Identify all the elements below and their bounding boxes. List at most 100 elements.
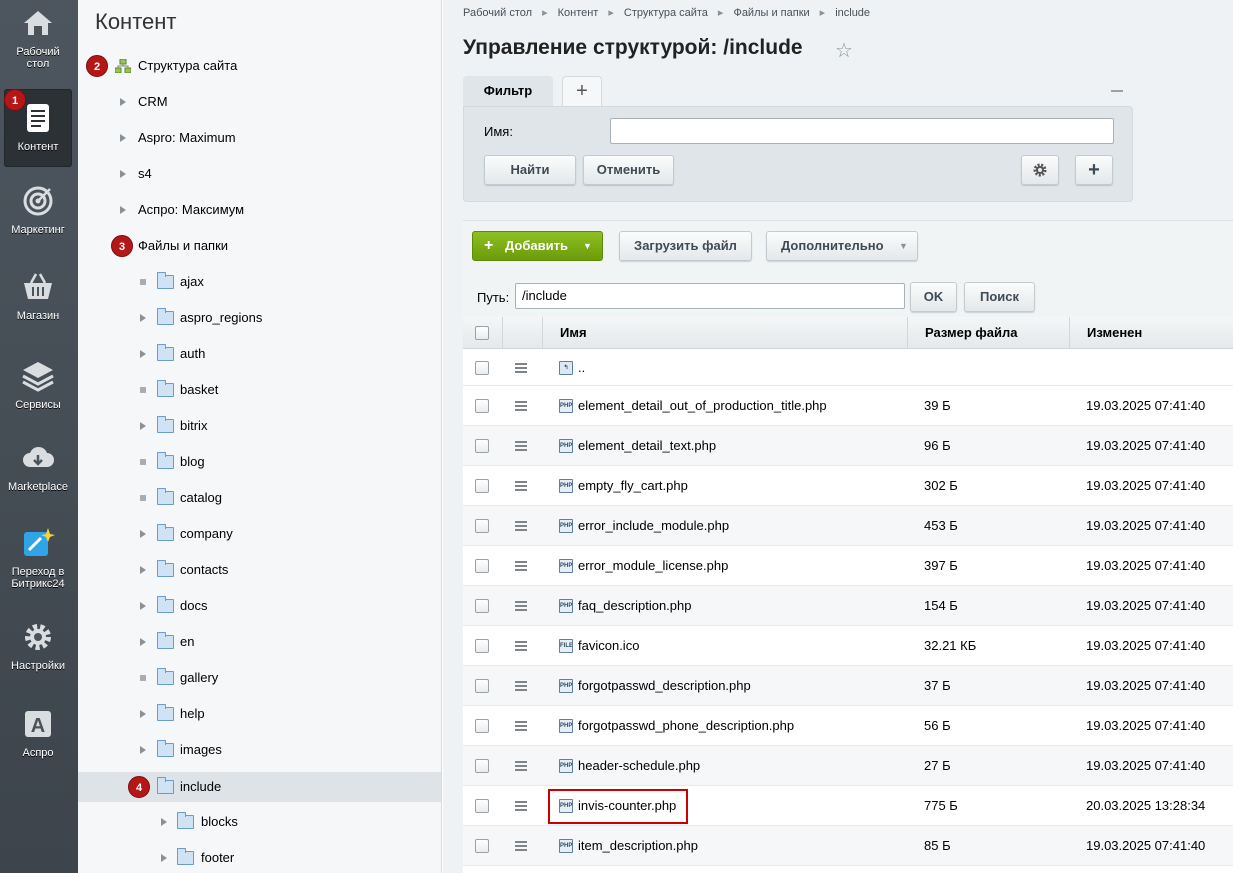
tree-folder[interactable]: contacts (78, 555, 441, 585)
filter-tab[interactable]: Фильтр (463, 76, 553, 108)
tree-folder[interactable]: en (78, 627, 441, 657)
table-row[interactable]: PHP forgotpasswd_phone_description.php 56 … (463, 706, 1233, 746)
row-menu-icon[interactable] (515, 561, 527, 571)
nav-item-settings[interactable]: Настройки (4, 620, 72, 698)
more-button[interactable]: Дополнительно ▼ (766, 231, 918, 261)
row-menu-icon[interactable] (515, 721, 527, 731)
row-checkbox[interactable] (475, 439, 489, 453)
tree-item-site[interactable]: CRM (78, 87, 441, 117)
row-menu-icon[interactable] (515, 481, 527, 491)
search-button[interactable]: Поиск (964, 282, 1035, 312)
add-button[interactable]: + Добавить ▼ (472, 231, 603, 261)
expand-arrow-icon[interactable] (140, 638, 146, 646)
column-header-name[interactable]: Имя (543, 317, 908, 349)
tree-item-site[interactable]: Aspro: Maximum (78, 123, 441, 153)
tree-subfolder[interactable]: footer (78, 843, 441, 873)
file-name-link[interactable]: forgotpasswd_description.php (578, 666, 751, 706)
row-checkbox[interactable] (475, 639, 489, 653)
row-menu-icon[interactable] (515, 641, 527, 651)
row-menu-icon[interactable] (515, 761, 527, 771)
nav-item-services[interactable]: Сервисы (4, 359, 72, 437)
tree-folder[interactable]: company (78, 519, 441, 549)
tree-folder[interactable]: basket (78, 375, 441, 405)
file-name-link[interactable]: element_detail_out_of_production_title.p… (578, 386, 827, 426)
tree-item-site-structure[interactable]: Структура сайта (78, 51, 441, 81)
file-name-link[interactable]: error_include_module.php (578, 506, 729, 546)
row-menu-icon[interactable] (515, 401, 527, 411)
path-input[interactable]: /include (515, 283, 905, 309)
cancel-button[interactable]: Отменить (583, 155, 674, 185)
add-filter-field-button[interactable]: + (1075, 155, 1113, 185)
expand-arrow-icon[interactable] (140, 350, 146, 358)
tree-folder[interactable]: docs (78, 591, 441, 621)
table-row[interactable]: FILE favicon.ico 32.21 КБ 19.03.2025 07:41:… (463, 626, 1233, 666)
row-menu-icon[interactable] (515, 681, 527, 691)
row-checkbox[interactable] (475, 559, 489, 573)
breadcrumb-link[interactable]: Рабочий стол (463, 7, 532, 19)
row-checkbox[interactable] (475, 479, 489, 493)
column-header-modified[interactable]: Изменен (1070, 317, 1233, 349)
expand-arrow-icon[interactable] (140, 566, 146, 574)
expand-arrow-icon[interactable] (140, 602, 146, 610)
nav-item-shop[interactable]: Магазин (4, 270, 72, 348)
filter-settings-button[interactable] (1021, 155, 1059, 185)
expand-arrow-icon[interactable] (120, 170, 126, 178)
select-all-checkbox[interactable] (475, 326, 489, 340)
upload-file-button[interactable]: Загрузить файл (619, 231, 752, 261)
parent-dir-link[interactable]: .. (578, 350, 585, 386)
tree-item-site[interactable]: Аспро: Максимум (78, 195, 441, 225)
table-row[interactable]: PHP header-schedule.php 27 Б 19.03.2025 07:… (463, 746, 1233, 786)
breadcrumb-link[interactable]: Файлы и папки (733, 7, 809, 19)
expand-arrow-icon[interactable] (120, 206, 126, 214)
table-row-parent-dir[interactable]: ↰ .. (463, 350, 1233, 386)
row-menu-icon[interactable] (515, 841, 527, 851)
row-menu-icon[interactable] (515, 601, 527, 611)
breadcrumb-link[interactable]: include (835, 7, 870, 19)
tree-folder[interactable]: bitrix (78, 411, 441, 441)
row-checkbox[interactable] (475, 599, 489, 613)
file-name-link[interactable]: element_detail_text.php (578, 426, 716, 466)
tree-folder[interactable]: ajax (78, 267, 441, 297)
breadcrumb-link[interactable]: Контент (558, 7, 599, 19)
tree-folder[interactable]: catalog (78, 483, 441, 513)
nav-item-bitrix24[interactable]: Переход в Битрикс24 (4, 526, 72, 604)
row-checkbox[interactable] (475, 799, 489, 813)
row-checkbox[interactable] (475, 719, 489, 733)
table-row[interactable]: PHP empty_fly_cart.php 302 Б 19.03.2025 07:… (463, 466, 1233, 506)
tree-folder[interactable]: images (78, 735, 441, 765)
expand-arrow-icon[interactable] (140, 710, 146, 718)
row-checkbox[interactable] (475, 361, 489, 375)
expand-arrow-icon[interactable] (140, 314, 146, 322)
file-name-link[interactable]: favicon.ico (578, 626, 639, 666)
tree-folder[interactable]: aspro_regions (78, 303, 441, 333)
tree-subfolder[interactable]: blocks (78, 807, 441, 837)
tree-folder[interactable]: help (78, 699, 441, 729)
tree-folder[interactable]: gallery (78, 663, 441, 693)
nav-item-marketplace[interactable]: Marketplace (4, 441, 72, 519)
table-row[interactable]: PHP error_include_module.php 453 Б 19.03.20… (463, 506, 1233, 546)
tree-folder[interactable]: auth (78, 339, 441, 369)
expand-arrow-icon[interactable] (161, 818, 167, 826)
row-menu-icon[interactable] (515, 441, 527, 451)
path-ok-button[interactable]: OK (910, 282, 957, 312)
row-menu-icon[interactable] (515, 521, 527, 531)
nav-item-desktop[interactable]: Рабочий стол (4, 6, 72, 84)
tree-folder[interactable]: blog (78, 447, 441, 477)
table-row[interactable]: PHP element_detail_text.php 96 Б 19.03.2025… (463, 426, 1233, 466)
filter-name-input[interactable] (610, 118, 1114, 144)
column-header-size[interactable]: Размер файла (908, 317, 1070, 349)
row-menu-icon[interactable] (515, 363, 527, 373)
expand-arrow-icon[interactable] (140, 530, 146, 538)
table-row[interactable]: PHP element_detail_out_of_production_titl… (463, 386, 1233, 426)
favorite-star-icon[interactable]: ☆ (835, 38, 853, 63)
expand-arrow-icon[interactable] (120, 98, 126, 106)
file-name-link[interactable]: error_module_license.php (578, 546, 728, 586)
breadcrumb-link[interactable]: Структура сайта (624, 7, 708, 19)
file-name-link[interactable]: header-schedule.php (578, 746, 700, 786)
collapse-filter-icon[interactable] (1111, 90, 1123, 92)
row-checkbox[interactable] (475, 519, 489, 533)
table-row[interactable]: PHP item_description.php 85 Б 19.03.2025 07… (463, 826, 1233, 866)
table-row[interactable]: PHP forgotpasswd_description.php 37 Б 19.03… (463, 666, 1233, 706)
nav-item-marketing[interactable]: Маркетинг (4, 184, 72, 262)
file-name-link[interactable]: empty_fly_cart.php (578, 466, 688, 506)
